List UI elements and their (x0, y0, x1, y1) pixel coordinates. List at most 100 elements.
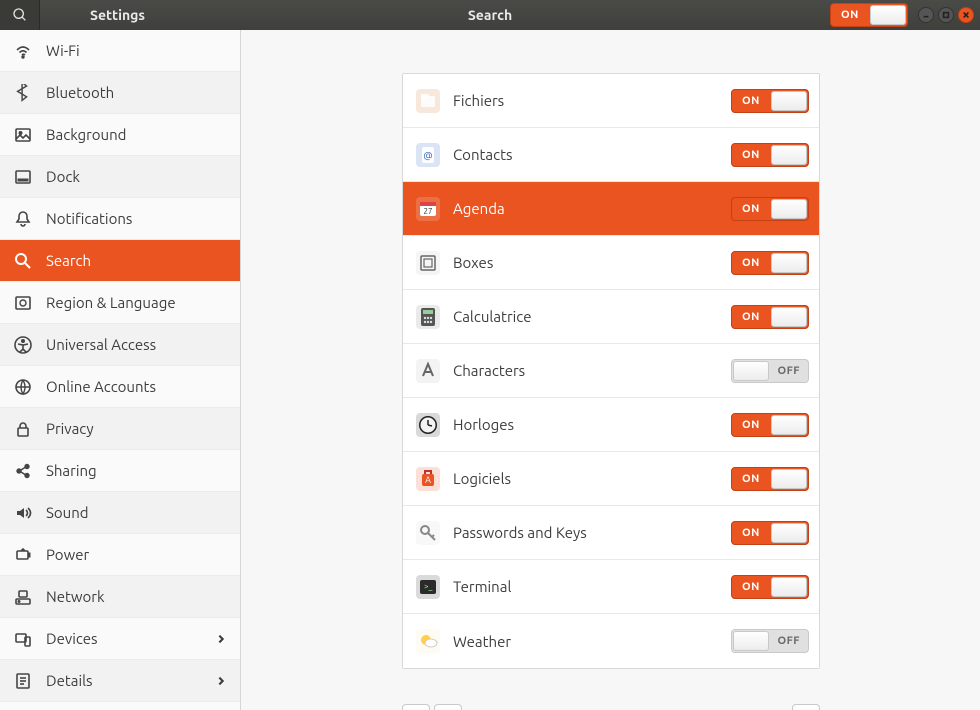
settings-sidebar[interactable]: Wi-Fi BluetoothBackground Dock Notification… (0, 30, 241, 710)
search-source-row[interactable]: Passwords and KeysONOFF (403, 506, 819, 560)
contacts-icon: @ (415, 142, 441, 168)
sidebar-item-sound[interactable]: Sound (0, 492, 240, 534)
app-toggle[interactable]: ONOFF (731, 89, 809, 113)
background-icon (14, 126, 32, 144)
app-toggle[interactable]: ONOFF (731, 359, 809, 383)
move-up-button[interactable] (402, 704, 430, 710)
maximize-icon (942, 11, 950, 19)
sidebar-item-search[interactable]: Search (0, 240, 240, 282)
master-search-toggle[interactable]: ON OFF (830, 3, 908, 27)
calculator-icon (415, 304, 441, 330)
search-source-row[interactable]: Characters ONOFF (403, 344, 819, 398)
sidebar-item-bluetooth[interactable]: Bluetooth (0, 72, 240, 114)
sidebar-item-region-language[interactable]: Region & Language (0, 282, 240, 324)
search-source-row[interactable]: ALogicielsONOFF (403, 452, 819, 506)
boxes-icon (415, 250, 441, 276)
sharing-icon (14, 462, 32, 480)
search-source-row[interactable]: Boxes ONOFF (403, 236, 819, 290)
sidebar-item-label: Network (46, 588, 105, 605)
search-source-row[interactable]: HorlogesONOFF (403, 398, 819, 452)
sidebar-item-label: Universal Access (46, 336, 156, 353)
sidebar-item-background[interactable]: Background (0, 114, 240, 156)
svg-text:A: A (425, 475, 431, 485)
app-toggle[interactable]: ONOFF (731, 251, 809, 275)
sidebar-item-devices[interactable]: Devices (0, 618, 240, 660)
sidebar-item-details[interactable]: Details (0, 660, 240, 702)
sidebar-item-label: Details (46, 672, 93, 689)
app-label: Agenda (453, 200, 719, 217)
app-toggle[interactable]: ONOFF (731, 467, 809, 491)
switch-knob (771, 307, 807, 327)
search-icon (12, 7, 28, 23)
power-icon (14, 546, 32, 564)
universal-access-icon (14, 336, 32, 354)
sidebar-item-online-accounts[interactable]: Online Accounts (0, 366, 240, 408)
switch-knob (771, 199, 807, 219)
app-toggle[interactable]: ONOFF (731, 305, 809, 329)
search-source-row[interactable]: Calculatrice ONOFF (403, 290, 819, 344)
notifications-icon (14, 210, 32, 228)
search-icon (14, 252, 32, 270)
search-source-row[interactable]: Weather ONOFF (403, 614, 819, 668)
sidebar-item-privacy[interactable]: Privacy (0, 408, 240, 450)
app-toggle[interactable]: ONOFF (731, 521, 809, 545)
app-label: Weather (453, 633, 719, 650)
maximize-button[interactable] (938, 7, 954, 23)
switch-knob (771, 253, 807, 273)
sidebar-item-dock[interactable]: Dock (0, 156, 240, 198)
app-label: Contacts (453, 146, 719, 163)
weather-icon (415, 628, 441, 654)
sidebar-item-label: Dock (46, 168, 80, 185)
search-locations-button[interactable] (792, 704, 820, 710)
sidebar-item-label: Power (46, 546, 89, 563)
sound-icon (14, 504, 32, 522)
clocks-icon (415, 412, 441, 438)
sidebar-item-label: Privacy (46, 420, 94, 437)
app-label: Characters (453, 362, 719, 379)
app-label: Boxes (453, 254, 719, 271)
app-toggle[interactable]: ONOFF (731, 413, 809, 437)
sidebar-item-wi-fi[interactable]: Wi-Fi (0, 30, 240, 72)
search-source-row[interactable]: >_TerminalONOFF (403, 560, 819, 614)
move-down-button[interactable] (434, 704, 462, 710)
page-title: Search (468, 7, 512, 23)
app-toggle[interactable]: ONOFF (731, 575, 809, 599)
sidebar-item-label: Region & Language (46, 294, 176, 311)
app-label: Terminal (453, 578, 719, 595)
close-button[interactable] (958, 7, 974, 23)
sidebar-item-label: Online Accounts (46, 378, 156, 395)
calendar-icon: 27 (415, 196, 441, 222)
sidebar-item-notifications[interactable]: Notifications (0, 198, 240, 240)
sidebar-item-power[interactable]: Power (0, 534, 240, 576)
sidebar-item-label: Devices (46, 630, 98, 647)
characters-icon (415, 358, 441, 384)
sidebar-item-label: Notifications (46, 210, 132, 227)
sidebar-item-label: Sharing (46, 462, 97, 479)
sidebar-item-label: Wi-Fi (46, 42, 80, 59)
switch-knob (771, 145, 807, 165)
switch-knob (771, 415, 807, 435)
app-toggle[interactable]: ONOFF (731, 197, 809, 221)
app-label: Fichiers (453, 92, 719, 109)
search-source-row[interactable]: Fichiers ONOFF (403, 74, 819, 128)
devices-icon (14, 630, 32, 648)
minimize-button[interactable] (918, 7, 934, 23)
titlebar-search-button[interactable] (0, 0, 40, 30)
sidebar-item-sharing[interactable]: Sharing (0, 450, 240, 492)
search-source-row[interactable]: @ Contacts ONOFF (403, 128, 819, 182)
switch-knob (870, 5, 906, 25)
sidebar-item-network[interactable]: Network (0, 576, 240, 618)
app-label: Calculatrice (453, 308, 719, 325)
switch-knob (771, 523, 807, 543)
passwords-keys-icon (415, 520, 441, 546)
titlebar: Settings Search ON OFF (0, 0, 980, 30)
search-source-row[interactable]: 27 Agenda ONOFF (403, 182, 819, 236)
search-settings-main: Fichiers ONOFF @ Contacts ONOFF 27 Agenda ONOFF… (241, 30, 980, 710)
wifi-icon (14, 42, 32, 60)
app-toggle[interactable]: ONOFF (731, 629, 809, 653)
files-icon (415, 88, 441, 114)
sidebar-item-label: Search (46, 252, 91, 269)
details-icon (14, 672, 32, 690)
sidebar-item-universal-access[interactable]: Universal Access (0, 324, 240, 366)
app-toggle[interactable]: ONOFF (731, 143, 809, 167)
